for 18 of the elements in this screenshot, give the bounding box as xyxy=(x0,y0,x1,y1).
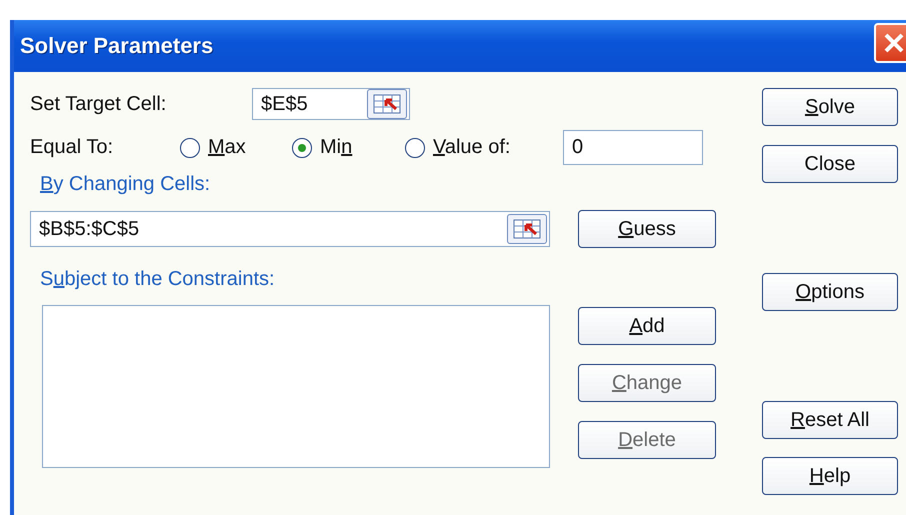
section-label: Subject to the Constraints: xyxy=(40,268,276,291)
dialog-button[interactable]: Solve xyxy=(762,88,898,126)
radio-option[interactable]: Value of: xyxy=(405,136,563,159)
target-cell-field[interactable]: $E$5 xyxy=(252,88,410,120)
field-label: Equal To: xyxy=(30,136,114,159)
guess-button[interactable]: Guess xyxy=(578,210,716,248)
radio-option[interactable]: Min xyxy=(292,136,405,159)
section-label: By Changing Cells: xyxy=(40,173,212,196)
dialog-button[interactable]: Reset All xyxy=(762,401,898,439)
constraint-button[interactable]: Add xyxy=(578,307,716,345)
radio-option[interactable]: Max xyxy=(180,136,292,159)
dialog-button[interactable]: Close xyxy=(762,145,898,183)
dialog-button[interactable]: Options xyxy=(762,273,898,311)
changing-cells-field[interactable]: $B$5:$C$5 xyxy=(30,211,550,247)
dialog-button[interactable]: Help xyxy=(762,457,898,495)
field-label: Set Target Cell: xyxy=(30,92,168,116)
value-field[interactable]: 0 xyxy=(563,130,703,165)
window-title: Solver Parameters xyxy=(20,33,214,59)
